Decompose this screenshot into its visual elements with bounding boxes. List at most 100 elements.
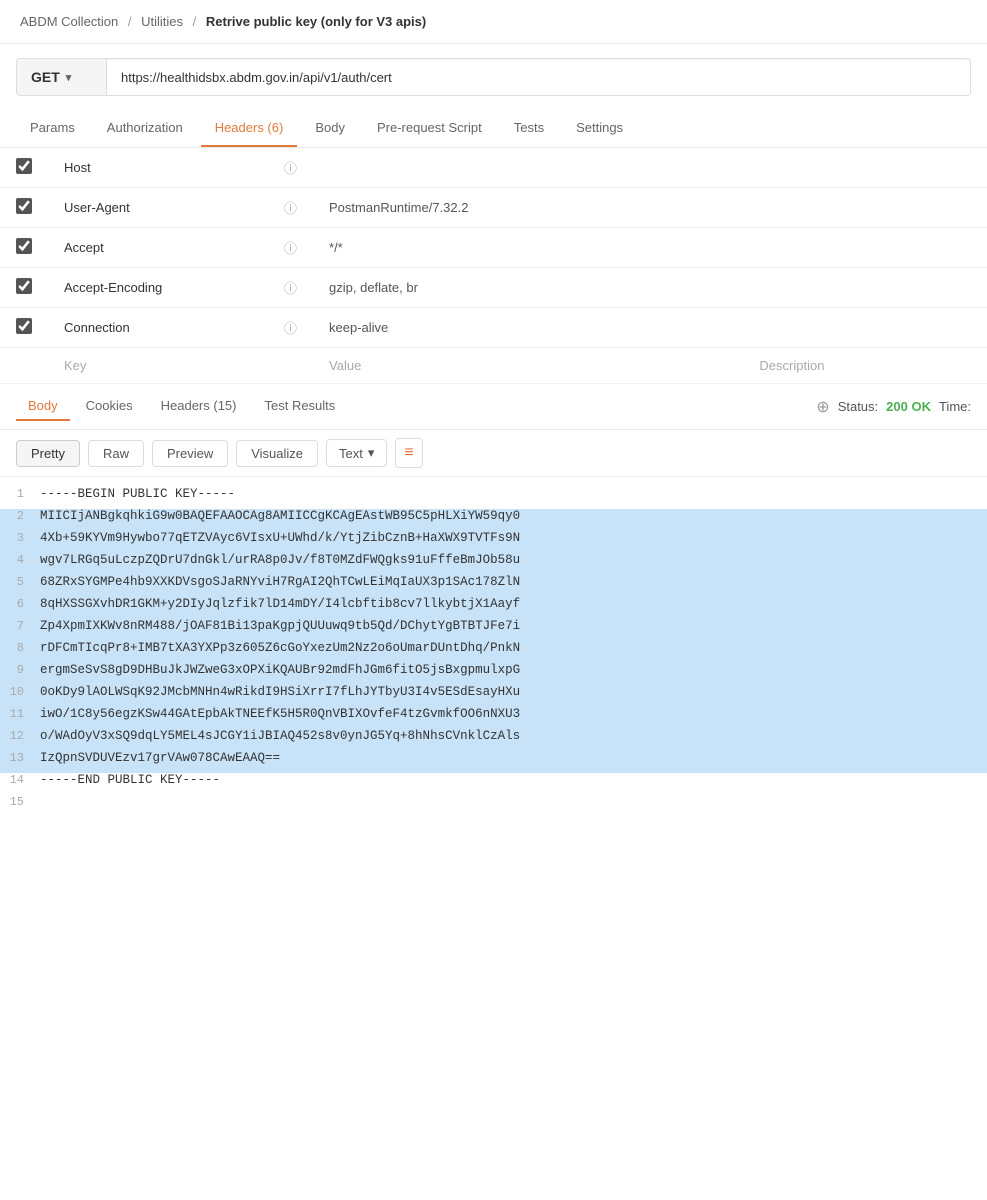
line-number: 15 (0, 795, 40, 809)
breadcrumb-separator-2: / (193, 14, 200, 29)
tab-cookies[interactable]: Cookies (74, 392, 145, 421)
header-checkbox[interactable] (16, 238, 32, 254)
wrap-button[interactable]: ≡ (395, 438, 422, 468)
line-content: 68ZRxSYGMPe4hb9XXKDVsgoSJaRNYviH7RgAI2Qh… (40, 575, 987, 589)
format-preview-button[interactable]: Preview (152, 440, 228, 467)
line-number: 1 (0, 487, 40, 501)
line-number: 5 (0, 575, 40, 589)
table-row: Host ⓘ (0, 148, 987, 188)
line-content: wgv7LRGq5uLczpZQDrU7dnGkl/urRA8p0Jv/f8T0… (40, 553, 987, 567)
header-checkbox[interactable] (16, 158, 32, 174)
tab-pre-request-script[interactable]: Pre-request Script (363, 110, 496, 147)
code-line: 15 (0, 795, 987, 817)
globe-icon: ⊕ (816, 397, 829, 417)
header-desc-placeholder: Description (743, 348, 987, 384)
format-raw-button[interactable]: Raw (88, 440, 144, 467)
code-line: 2 MIICIjANBgkqhkiG9w0BAQEFAAOCAg8AMIICCg… (0, 509, 987, 531)
line-content: IzQpnSVDUVEzv17grVAw078CAwEAAQ== (40, 751, 987, 765)
line-number: 11 (0, 707, 40, 721)
info-icon[interactable]: ⓘ (284, 161, 297, 176)
tab-settings[interactable]: Settings (562, 110, 637, 147)
code-block: 1 -----BEGIN PUBLIC KEY----- 2 MIICIjANB… (0, 477, 987, 827)
line-number: 4 (0, 553, 40, 567)
code-line: 12 o/WAdOyV3xSQ9dqLY5MEL4sJCGY1iJBIAQ452… (0, 729, 987, 751)
line-number: 12 (0, 729, 40, 743)
chevron-down-icon: ▾ (66, 71, 72, 84)
method-label: GET (31, 69, 60, 85)
header-value: keep-alive (313, 308, 743, 348)
breadcrumb: ABDM Collection / Utilities / Retrive pu… (0, 0, 987, 44)
headers-table: Host ⓘ User-Agent ⓘ PostmanRuntime/7.32.… (0, 148, 987, 384)
line-content: ergmSeSvS8gD9DHBuJkJWZweG3xOPXiKQAUBr92m… (40, 663, 987, 677)
header-key: Accept-Encoding (48, 268, 268, 308)
line-number: 14 (0, 773, 40, 787)
table-row: Accept ⓘ */* (0, 228, 987, 268)
info-icon[interactable]: ⓘ (284, 321, 297, 336)
status-code: 200 OK (886, 399, 931, 414)
line-content: o/WAdOyV3xSQ9dqLY5MEL4sJCGY1iJBIAQ452s8v… (40, 729, 987, 743)
line-number: 3 (0, 531, 40, 545)
status-bar: ⊕ Status: 200 OK Time: (816, 397, 971, 417)
status-text: Status: (838, 399, 878, 414)
chevron-down-icon: ▾ (368, 445, 375, 461)
header-value (313, 148, 743, 188)
code-line: 7 Zp4XpmIXKWv8nRM488/jOAF81Bi13paKgpjQUU… (0, 619, 987, 641)
tab-authorization[interactable]: Authorization (93, 110, 197, 147)
line-content: Zp4XpmIXKWv8nRM488/jOAF81Bi13paKgpjQUUuw… (40, 619, 987, 633)
format-type-select[interactable]: Text ▾ (326, 439, 387, 467)
format-pretty-button[interactable]: Pretty (16, 440, 80, 467)
tab-test-results[interactable]: Test Results (252, 392, 347, 421)
tab-body-response[interactable]: Body (16, 392, 70, 421)
format-type-label: Text (339, 446, 363, 461)
body-section: Body Cookies Headers (15) Test Results ⊕… (0, 384, 987, 827)
code-line: 9 ergmSeSvS8gD9DHBuJkJWZweG3xOPXiKQAUBr9… (0, 663, 987, 685)
header-checkbox[interactable] (16, 198, 32, 214)
header-value-placeholder[interactable]: Value (313, 348, 743, 384)
line-content: iwO/1C8y56egzKSw44GAtEpbAkTNEEfK5H5R0QnV… (40, 707, 987, 721)
line-number: 13 (0, 751, 40, 765)
tab-params[interactable]: Params (16, 110, 89, 147)
breadcrumb-separator-1: / (128, 14, 135, 29)
breadcrumb-collection[interactable]: ABDM Collection (20, 14, 118, 29)
line-content: 0oKDy9lAOLWSqK92JMcbMNHn4wRikdI9HSiXrrI7… (40, 685, 987, 699)
header-value: */* (313, 228, 743, 268)
code-line: 4 wgv7LRGq5uLczpZQDrU7dnGkl/urRA8p0Jv/f8… (0, 553, 987, 575)
url-input[interactable] (107, 60, 970, 95)
header-value: PostmanRuntime/7.32.2 (313, 188, 743, 228)
body-tabs: Body Cookies Headers (15) Test Results ⊕… (0, 384, 987, 430)
tab-tests[interactable]: Tests (500, 110, 558, 147)
breadcrumb-utilities[interactable]: Utilities (141, 14, 183, 29)
code-line: 3 4Xb+59KYVm9Hywbo77qETZVAyc6VIsxU+UWhd/… (0, 531, 987, 553)
tab-headers-response[interactable]: Headers (15) (149, 392, 249, 421)
method-select[interactable]: GET ▾ (17, 59, 107, 95)
line-content: MIICIjANBgkqhkiG9w0BAQEFAAOCAg8AMIICCgKC… (40, 509, 987, 523)
line-number: 10 (0, 685, 40, 699)
info-icon[interactable]: ⓘ (284, 201, 297, 216)
code-line: 10 0oKDy9lAOLWSqK92JMcbMNHn4wRikdI9HSiXr… (0, 685, 987, 707)
table-row: Connection ⓘ keep-alive (0, 308, 987, 348)
header-key: Connection (48, 308, 268, 348)
request-tabs: Params Authorization Headers (6) Body Pr… (0, 110, 987, 148)
line-content: rDFCmTIcqPr8+IMB7tXA3YXPp3z605Z6cGoYxezU… (40, 641, 987, 655)
info-icon[interactable]: ⓘ (284, 241, 297, 256)
line-content: 8qHXSSGXvhDR1GKM+y2DIyJqlzfik7lD14mDY/I4… (40, 597, 987, 611)
header-key-placeholder[interactable]: Key (48, 348, 268, 384)
tab-headers[interactable]: Headers (6) (201, 110, 298, 147)
format-toolbar: Pretty Raw Preview Visualize Text ▾ ≡ (0, 430, 987, 477)
table-row: User-Agent ⓘ PostmanRuntime/7.32.2 (0, 188, 987, 228)
line-number: 2 (0, 509, 40, 523)
line-number: 7 (0, 619, 40, 633)
line-content: -----END PUBLIC KEY----- (40, 773, 987, 787)
tab-body[interactable]: Body (301, 110, 359, 147)
header-value: gzip, deflate, br (313, 268, 743, 308)
header-checkbox[interactable] (16, 278, 32, 294)
header-key: Accept (48, 228, 268, 268)
breadcrumb-current: Retrive public key (only for V3 apis) (206, 14, 426, 29)
table-row-empty: Key Value Description (0, 348, 987, 384)
line-content: -----BEGIN PUBLIC KEY----- (40, 487, 987, 501)
header-checkbox[interactable] (16, 318, 32, 334)
code-line: 13 IzQpnSVDUVEzv17grVAw078CAwEAAQ== (0, 751, 987, 773)
line-number: 9 (0, 663, 40, 677)
info-icon[interactable]: ⓘ (284, 281, 297, 296)
format-visualize-button[interactable]: Visualize (236, 440, 318, 467)
